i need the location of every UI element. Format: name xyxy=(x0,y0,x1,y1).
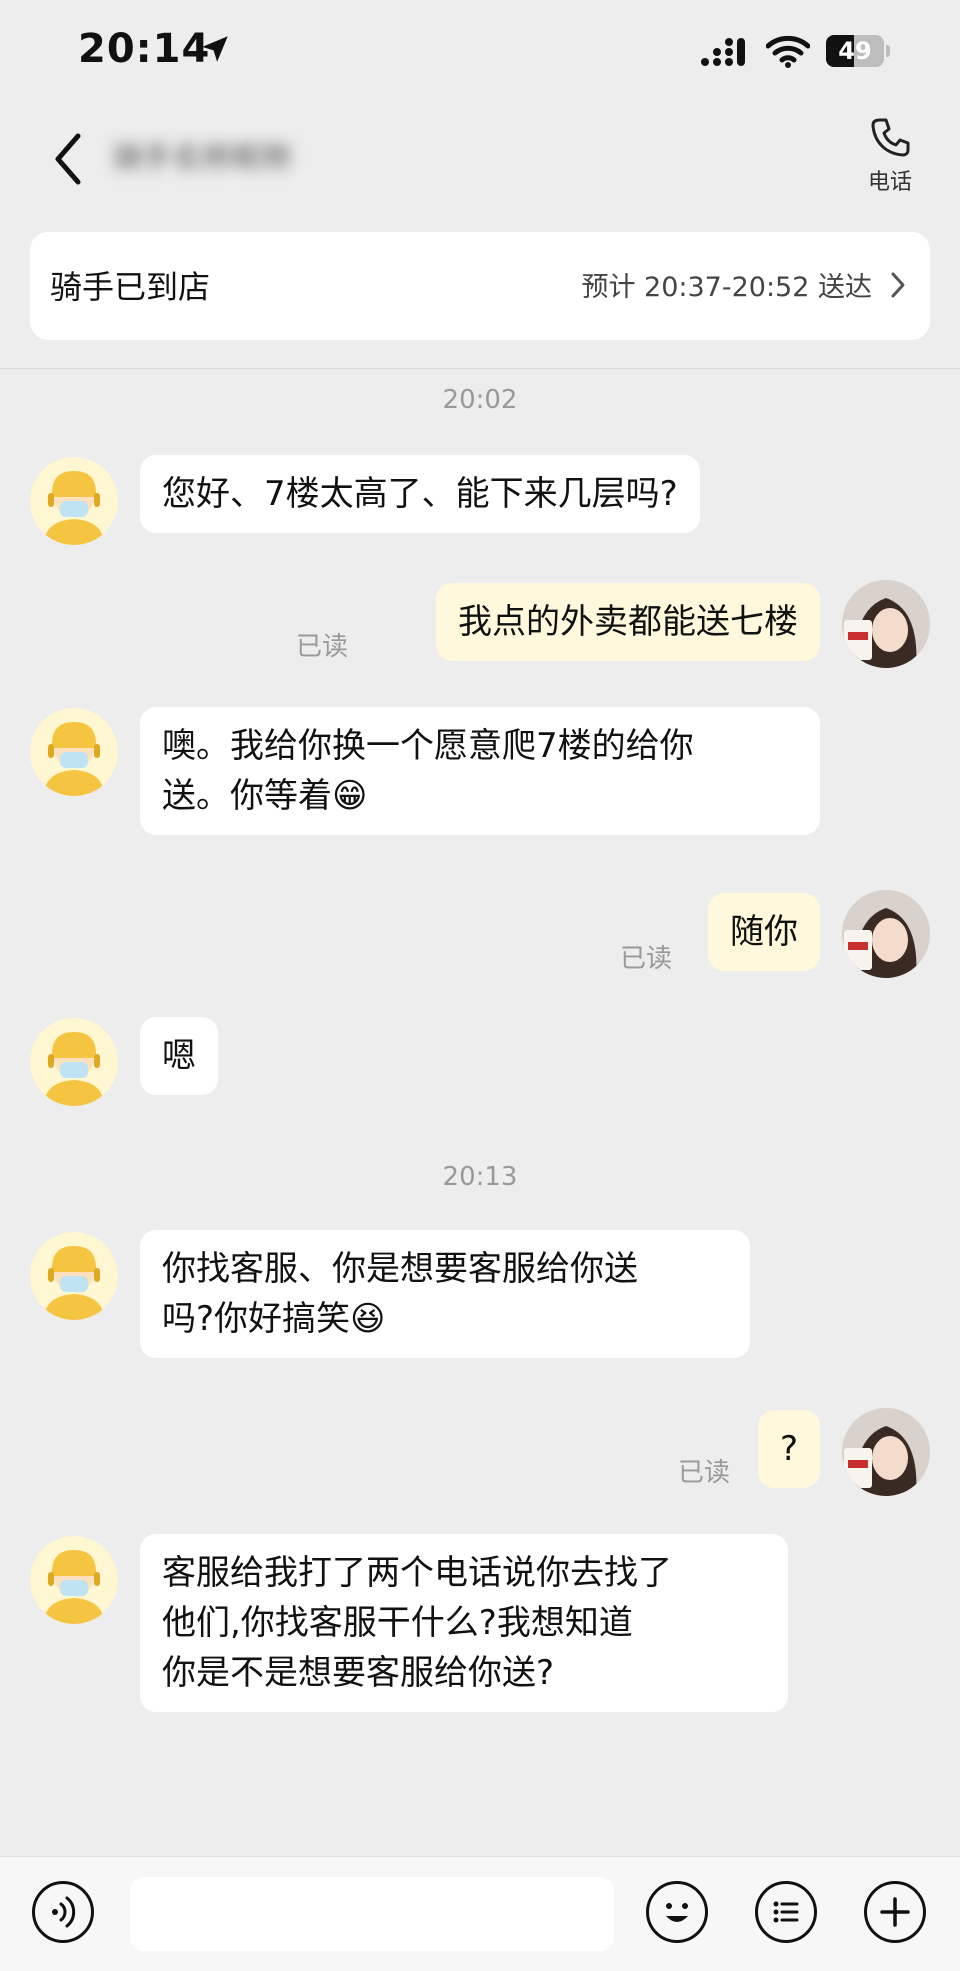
read-receipt: 已读 xyxy=(296,632,349,662)
user-avatar[interactable] xyxy=(842,580,930,668)
message-text: 嗯 xyxy=(162,1036,196,1076)
message-bubble-incoming[interactable]: 客服给我打了两个电话说你去找了 他们,你找客服干什么?我想知道 你是不是想要客服… xyxy=(140,1534,788,1712)
rider-avatar[interactable] xyxy=(30,1536,118,1624)
message-bubble-outgoing[interactable]: 我点的外卖都能送七楼 xyxy=(436,583,820,661)
timestamp: 20:02 xyxy=(442,385,518,415)
chat-screen: 20:14 49 骑手名称昵称 电话 骑手已到店 预计 20:37-20:52 … xyxy=(0,0,960,1971)
divider xyxy=(0,368,960,369)
voice-button[interactable] xyxy=(32,1881,94,1943)
message-text: ? xyxy=(779,1429,798,1469)
message-text: 他们,你找客服干什么?我想知道 xyxy=(162,1603,633,1643)
signal-icon xyxy=(701,38,745,66)
call-label: 电话 xyxy=(867,170,912,195)
order-status-card[interactable]: 骑手已到店 预计 20:37-20:52 送达 xyxy=(30,232,930,340)
rider-avatar[interactable] xyxy=(30,1232,118,1320)
quick-reply-icon xyxy=(773,1901,799,1923)
emoji-icon xyxy=(666,1903,688,1922)
timestamp: 20:13 xyxy=(442,1162,518,1192)
message-bubble-outgoing[interactable]: ? xyxy=(757,1410,820,1488)
user-avatar[interactable] xyxy=(842,890,930,978)
message-input[interactable] xyxy=(130,1877,614,1951)
message-text: 你找客服、你是想要客服给你送 xyxy=(162,1249,638,1289)
message-bubble-incoming[interactable]: 噢。我给你换一个愿意爬7楼的给你 送。你等着😁 xyxy=(140,707,820,835)
user-avatar[interactable] xyxy=(842,1408,930,1496)
battery-icon: 49 xyxy=(826,35,890,67)
read-receipt: 已读 xyxy=(620,944,673,974)
location-arrow-icon xyxy=(202,36,228,62)
message-text: 你是不是想要客服给你送? xyxy=(162,1653,555,1693)
message-text: 客服给我打了两个电话说你去找了 xyxy=(162,1553,672,1593)
rider-avatar[interactable] xyxy=(30,708,118,796)
call-button[interactable]: 电话 xyxy=(858,110,922,210)
message-bubble-incoming[interactable]: 您好、7楼太高了、能下来几层吗? xyxy=(140,455,700,533)
eta-text: 预计 20:37-20:52 送达 xyxy=(581,272,872,303)
message-text: 送。你等着 xyxy=(162,776,332,816)
status-bar: 20:14 49 xyxy=(0,0,960,100)
chevron-left-icon[interactable] xyxy=(48,130,88,188)
message-bubble-outgoing[interactable]: 随你 xyxy=(708,893,820,971)
message-bubble-incoming[interactable]: 嗯 xyxy=(140,1017,218,1095)
message-text: 吗?你好搞笑 xyxy=(162,1299,351,1339)
status-time: 20:14 xyxy=(78,26,211,72)
rider-avatar[interactable] xyxy=(30,457,118,545)
rider-avatar[interactable] xyxy=(30,1018,118,1106)
phone-icon xyxy=(871,118,910,157)
grin-emoji-icon: 😁 xyxy=(332,776,368,816)
read-receipt: 已读 xyxy=(678,1458,731,1488)
wifi-icon xyxy=(766,35,810,68)
laugh-emoji-icon: 😆 xyxy=(350,1299,386,1339)
nav-bar: 骑手名称昵称 电话 xyxy=(0,100,960,215)
voice-icon xyxy=(52,1896,76,1928)
message-bubble-incoming[interactable]: 你找客服、你是想要客服给你送 吗?你好搞笑😆 xyxy=(140,1230,750,1358)
message-text: 您好、7楼太高了、能下来几层吗? xyxy=(162,474,678,514)
message-text: 噢。我给你换一个愿意爬7楼的给你 xyxy=(162,726,694,766)
contact-name: 骑手名称昵称 xyxy=(112,141,292,176)
plus-icon xyxy=(880,1897,910,1927)
emoji-button[interactable] xyxy=(646,1881,708,1943)
plus-button[interactable] xyxy=(864,1881,926,1943)
message-text: 我点的外卖都能送七楼 xyxy=(458,602,798,642)
chevron-right-icon xyxy=(891,272,905,298)
message-text: 随你 xyxy=(730,912,798,952)
order-status-title: 骑手已到店 xyxy=(50,268,211,306)
quick-reply-button[interactable] xyxy=(755,1881,817,1943)
battery-level: 49 xyxy=(838,37,872,65)
input-bar xyxy=(0,1856,960,1971)
